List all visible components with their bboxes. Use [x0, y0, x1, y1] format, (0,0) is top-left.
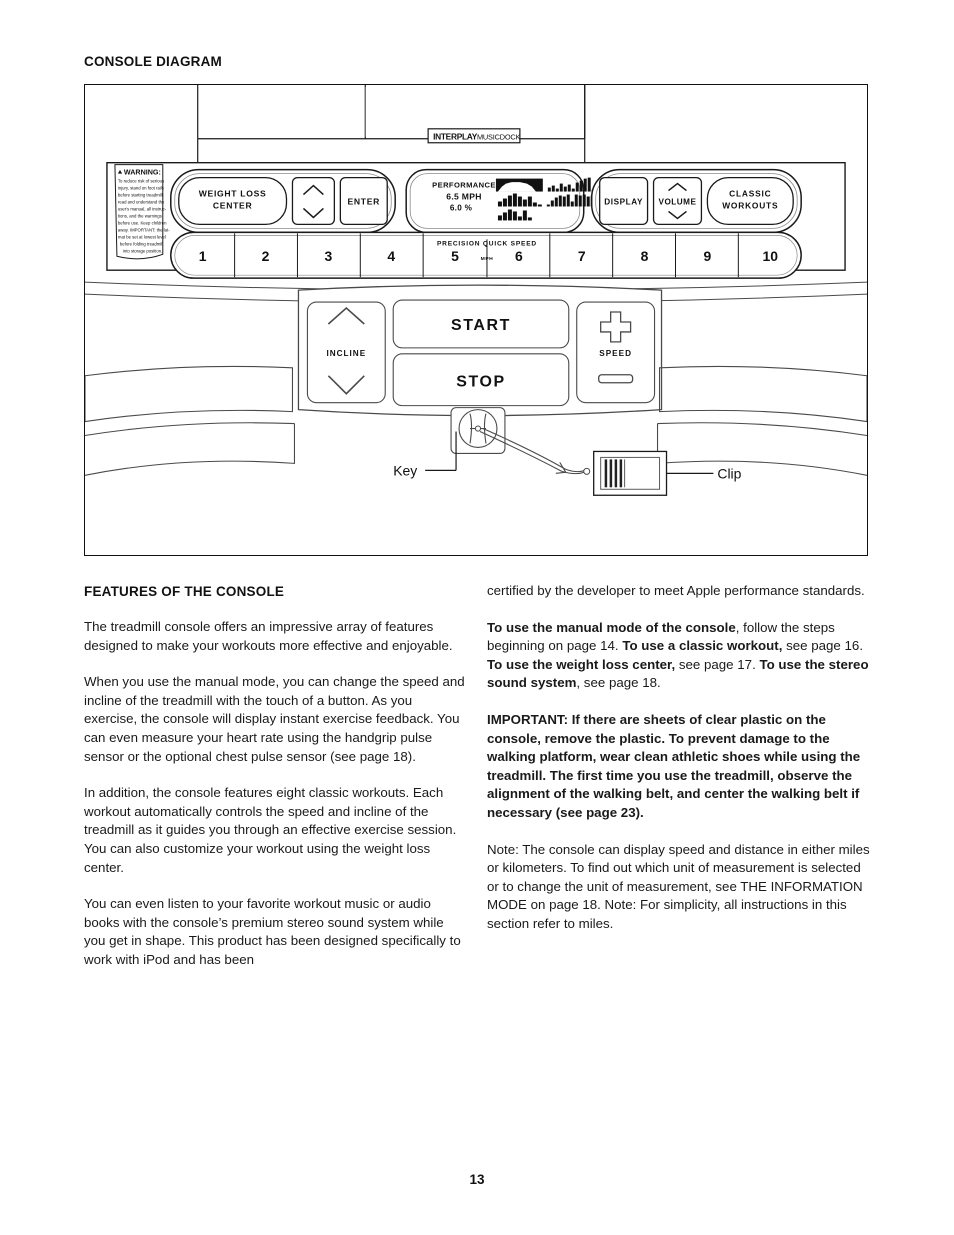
warning-label: WARNING: To reduce risk of serious injur…	[114, 164, 170, 260]
quick-speed-number[interactable]: 3	[324, 248, 332, 264]
warning-line: into storage position.	[123, 248, 162, 253]
enter-button[interactable]: ENTER	[339, 176, 388, 226]
quick-speed-number[interactable]: 6	[515, 248, 523, 264]
enter-label: ENTER	[348, 196, 381, 206]
classic-workouts-button[interactable]: CLASSIC WORKOUTS	[706, 176, 794, 226]
body-text-left-column: The treadmill console offers an impressi…	[84, 618, 467, 970]
body-text: see page 17.	[675, 656, 760, 672]
body-text-bold: IMPORTANT: If there are sheets of clear …	[487, 711, 861, 820]
quick-speed-number[interactable]: 4	[387, 248, 395, 264]
display-button[interactable]: DISPLAY	[599, 176, 649, 226]
body-paragraph: The treadmill console offers an impressi…	[84, 618, 467, 655]
body-paragraph: When you use the manual mode, you can ch…	[84, 673, 467, 766]
key-callout: Key	[393, 431, 457, 478]
weight-loss-center-button[interactable]: WEIGHT LOSS CENTER	[178, 176, 288, 226]
warning-line: away. IMPORTANT: the lat-	[118, 227, 170, 232]
console-display-screen: PERFORMANCE 6.5 MPH 6.0 %	[405, 168, 598, 234]
warning-title: WARNING:	[124, 169, 161, 177]
weight-loss-center-label-line1: WEIGHT LOSS	[199, 189, 267, 199]
body-text: certified by the developer to meet Apple…	[487, 583, 865, 598]
safety-key-socket	[450, 407, 506, 454]
warning-line: before use. Keep children	[118, 220, 167, 225]
body-text: , see page 18.	[576, 675, 661, 691]
updown-arrows-button[interactable]	[291, 176, 336, 226]
page-number: 13	[469, 1172, 485, 1187]
display-button-label: DISPLAY	[604, 197, 643, 206]
stop-button[interactable]: STOP	[392, 353, 570, 407]
start-button[interactable]: START	[392, 299, 570, 349]
body-text: see page 16.	[782, 638, 864, 654]
body-text: You can even listen to your favorite wor…	[84, 896, 461, 967]
weight-loss-center-label-line2: CENTER	[213, 200, 253, 210]
page-title: CONSOLE DIAGRAM	[84, 54, 222, 69]
speed-button[interactable]: SPEED	[576, 301, 656, 404]
display-title: PERFORMANCE	[432, 181, 496, 190]
badge-brand-text: INTERPLAY	[433, 131, 478, 141]
start-label: START	[451, 317, 511, 334]
warning-line: read and understand the	[118, 199, 165, 204]
body-text: When you use the manual mode, you can ch…	[84, 674, 465, 764]
volume-button[interactable]: VOLUME	[652, 176, 703, 226]
volume-label: VOLUME	[659, 197, 697, 206]
warning-line: before folding treadmill	[120, 241, 163, 246]
features-of-the-console-heading: FEATURES OF THE CONSOLE	[84, 584, 285, 599]
warning-line: before starting treadmill;	[118, 193, 164, 198]
quick-speed-number[interactable]: 8	[641, 248, 649, 264]
console-housing-outline	[197, 85, 586, 164]
badge-product-text: MUSICDOCK	[477, 132, 521, 141]
quick-speed-number[interactable]: 1	[199, 248, 207, 264]
body-text: In addition, the console features eight …	[84, 785, 457, 875]
body-paragraph: To use the manual mode of the console, f…	[487, 619, 870, 693]
body-paragraph: You can even listen to your favorite wor…	[84, 895, 467, 969]
warning-line: mat be set at lowest level	[118, 234, 166, 239]
quick-speed-number[interactable]: 10	[762, 248, 778, 264]
console-diagram-drawing: INTERPLAY MUSICDOCK WARNING: To reduce r…	[85, 85, 867, 496]
incline-button[interactable]: INCLINE	[306, 301, 386, 404]
stop-label: STOP	[456, 374, 506, 391]
warning-line: user's manual, all instruc-	[118, 206, 167, 211]
quick-speed-row: PRECISION QUICK SPEED MPH 1	[170, 231, 802, 279]
classic-workouts-label-line1: CLASSIC	[729, 189, 771, 199]
console-diagram-figure: INTERPLAY MUSICDOCK WARNING: To reduce r…	[84, 84, 868, 556]
body-text-bold: To use the weight loss center,	[487, 656, 676, 672]
incline-label: INCLINE	[327, 349, 367, 358]
body-paragraph: In addition, the console features eight …	[84, 784, 467, 877]
quick-speed-number[interactable]: 2	[262, 248, 270, 264]
body-paragraph: IMPORTANT: If there are sheets of clear …	[487, 711, 870, 823]
display-speed-value: 6.5 MPH	[446, 192, 481, 202]
document-page: CONSOLE DIAGRAM INTERPLAY MUSICDOCK WARN…	[0, 0, 954, 1235]
body-text: The treadmill console offers an impressi…	[84, 619, 453, 653]
body-text-bold: To use the manual mode of the console	[487, 619, 736, 635]
warning-line: To reduce risk of serious	[118, 179, 164, 184]
display-incline-value: 6.0 %	[450, 203, 473, 212]
warning-line: tions, and the warnings	[118, 213, 162, 218]
body-text-bold: To use a classic workout,	[622, 638, 783, 654]
speed-label: SPEED	[599, 349, 632, 358]
key-callout-label: Key	[393, 462, 417, 478]
interplay-musicdock-badge: INTERPLAY MUSICDOCK	[427, 128, 521, 144]
clip-callout-label: Clip	[717, 465, 741, 481]
handrail-right	[657, 365, 867, 437]
clip-graphic	[593, 450, 668, 496]
classic-workouts-label-line2: WORKOUTS	[722, 200, 778, 210]
workout-profile-icon	[495, 178, 543, 192]
quick-speed-number[interactable]: 5	[451, 248, 459, 264]
handrail-left	[85, 365, 295, 437]
body-text-right-column: certified by the developer to meet Apple…	[487, 582, 870, 934]
body-paragraph: Note: The console can display speed and …	[487, 841, 870, 934]
body-text: Note: The console can display speed and …	[487, 841, 870, 931]
body-paragraph: certified by the developer to meet Apple…	[487, 582, 870, 601]
clip-callout: Clip	[666, 465, 742, 481]
quick-speed-number[interactable]: 7	[578, 248, 586, 264]
warning-line: injury, stand on foot rails	[118, 186, 164, 191]
quick-speed-number[interactable]: 9	[704, 248, 712, 264]
